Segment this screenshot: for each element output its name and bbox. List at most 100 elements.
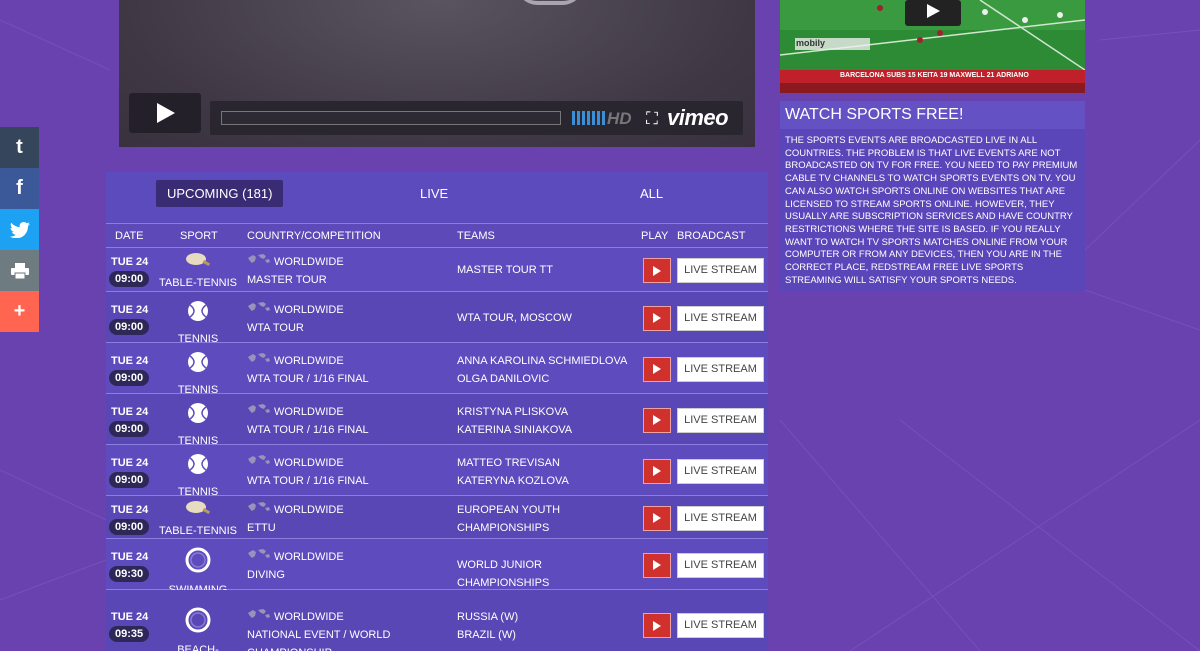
event-sport: BEACH-HANDBALL — [153, 607, 243, 651]
watch-title: WATCH SPORTS FREE! — [780, 101, 1085, 129]
event-competition: WORLDWIDE DIVING — [247, 548, 447, 584]
header-sport: SPORT — [180, 230, 218, 242]
live-stream-button[interactable]: LIVE STREAM — [677, 356, 764, 382]
country-label: WORLDWIDE — [274, 256, 344, 268]
event-sport: TABLE-TENNIS — [153, 500, 243, 540]
live-stream-button[interactable]: LIVE STREAM — [677, 305, 764, 331]
event-sport: TENNIS — [153, 351, 243, 399]
video-player[interactable]: HD ⛶ vimeo — [119, 0, 755, 147]
team-1: RUSSIA (W) — [457, 611, 519, 623]
event-sport: TENNIS — [153, 300, 243, 348]
football-pitch-image — [780, 0, 1085, 93]
fullscreen-icon[interactable]: ⛶ — [646, 109, 658, 129]
team-1: MATTEO TREVISAN — [457, 456, 560, 469]
tab-upcoming[interactable]: UPCOMING (181) — [156, 180, 284, 207]
play-button[interactable] — [643, 258, 671, 283]
tennis-icon — [153, 300, 243, 328]
team-1: KRISTYNA PLISKOVA — [457, 405, 569, 418]
play-button[interactable] — [643, 552, 671, 578]
header-broadcast: BROADCAST — [677, 230, 746, 242]
live-stream-button[interactable]: LIVE STREAM — [677, 407, 764, 433]
country-label: WORLDWIDE — [274, 456, 344, 469]
competition-label: WTA TOUR — [247, 321, 304, 334]
header-date: DATE — [115, 230, 144, 242]
event-date: TUE 24 — [111, 354, 149, 367]
hd-toggle[interactable]: HD — [607, 109, 632, 129]
play-button[interactable] — [643, 458, 671, 484]
player-controls: HD ⛶ vimeo — [210, 101, 743, 135]
event-date: TUE 24 — [111, 256, 149, 268]
volume-icon[interactable] — [572, 111, 605, 125]
twitter-share-button[interactable] — [0, 209, 39, 250]
player-play-button[interactable] — [129, 93, 201, 133]
play-icon — [653, 415, 661, 425]
live-stream-button[interactable]: LIVE STREAM — [677, 505, 764, 531]
thumbnail-caption: BARCELONA SUBS 15 KEITA 19 MAXWELL 21 AD… — [840, 72, 1029, 79]
event-time: 09:00 — [109, 369, 150, 386]
social-share-bar: t f + — [0, 127, 39, 332]
event-teams: MATTEO TREVISAN KATERYNA KOZLOVA — [457, 454, 637, 490]
play-button[interactable] — [643, 305, 671, 331]
event-date: TUE 24 — [111, 503, 149, 516]
live-stream-button[interactable]: LIVE STREAM — [677, 552, 764, 578]
twitter-icon — [9, 221, 30, 238]
team-1: ANNA KAROLINA SCHMIEDLOVA — [457, 354, 628, 367]
table-row: TUE 2409:30SWIMMINGWORLDWIDEDIVINGWORLD … — [106, 539, 768, 596]
event-date: TUE 24 — [111, 303, 149, 316]
facebook-icon: f — [16, 177, 23, 199]
play-icon — [653, 620, 661, 631]
tumblr-share-button[interactable]: t — [0, 127, 39, 168]
event-competition: WORLDWIDE MASTER TOUR — [247, 253, 447, 289]
event-time: 09:35 — [109, 626, 150, 642]
country-label: WORLDWIDE — [274, 354, 344, 367]
team-1: WTA TOUR, MOSCOW — [457, 311, 572, 324]
play-button[interactable] — [643, 505, 671, 531]
header-teams: TEAMS — [457, 230, 495, 242]
more-share-button[interactable]: + — [0, 291, 39, 332]
facebook-share-button[interactable]: f — [0, 168, 39, 209]
swimming-icon — [153, 547, 243, 579]
event-teams: RUSSIA (W) BRAZIL (W) — [457, 608, 637, 644]
competition-label: WTA TOUR / 1/16 FINAL — [247, 372, 369, 385]
competition-label: WTA TOUR / 1/16 FINAL — [247, 474, 369, 487]
table-row: TUE 24 09:35 BEACH-HANDBALL WORLDWIDE NATION… — [106, 590, 768, 651]
play-button[interactable] — [643, 613, 671, 638]
globe-icon — [247, 301, 271, 319]
vimeo-logo[interactable]: vimeo — [667, 105, 729, 131]
team-2: KATERYNA KOZLOVA — [457, 474, 569, 487]
header-competition: COUNTRY/COMPETITION — [247, 230, 381, 242]
event-competition: WORLDWIDE ETTU — [247, 501, 447, 537]
competition-label: MASTER TOUR — [247, 274, 327, 287]
competition-label: ETTU — [247, 521, 276, 534]
sport-label: TABLE-TENNIS — [158, 524, 238, 537]
globe-icon — [247, 501, 271, 519]
table-row: TUE 24 09:00 TENNIS WORLDWIDE WTA TOUR / 1/1… — [106, 343, 768, 396]
event-teams: EUROPEAN YOUTH CHAMPIONSHIPS — [457, 501, 637, 537]
play-button[interactable] — [643, 356, 671, 382]
team-2: BRAZIL (W) — [457, 629, 516, 641]
print-button[interactable] — [0, 250, 39, 291]
featured-video-thumbnail[interactable]: mobily BARCELONA SUBS 15 KEITA 19 MAXWEL… — [780, 0, 1085, 93]
play-icon — [653, 513, 661, 523]
play-overlay-icon[interactable] — [515, 0, 585, 5]
play-button[interactable] — [643, 407, 671, 433]
country-label: WORLDWIDE — [274, 405, 344, 418]
live-stream-button[interactable]: LIVE STREAM — [677, 258, 764, 283]
player-progress-bar[interactable] — [221, 111, 561, 125]
tab-live[interactable]: LIVE — [420, 180, 448, 207]
team-1: EUROPEAN YOUTH — [457, 503, 561, 516]
event-sport: TENNIS — [153, 453, 243, 501]
header-play: PLAY — [641, 230, 669, 242]
live-stream-button[interactable]: LIVE STREAM — [677, 613, 764, 638]
tennis-icon — [153, 453, 243, 481]
table-row: TUE 24 09:00 TABLE-TENNIS WORLDWIDE ETTU EURO… — [106, 496, 768, 539]
event-date: TUE 24 — [111, 456, 149, 469]
live-stream-button[interactable]: LIVE STREAM — [677, 458, 764, 484]
globe-icon — [247, 454, 271, 472]
tennis-icon — [153, 402, 243, 430]
table-tennis-icon — [153, 500, 243, 520]
event-time: 09:00 — [109, 518, 150, 535]
event-sport: TABLE-TENNIS — [153, 252, 243, 292]
tab-all[interactable]: ALL — [640, 180, 663, 207]
team-1: WORLD JUNIOR CHAMPIONSHIPS — [457, 558, 550, 589]
